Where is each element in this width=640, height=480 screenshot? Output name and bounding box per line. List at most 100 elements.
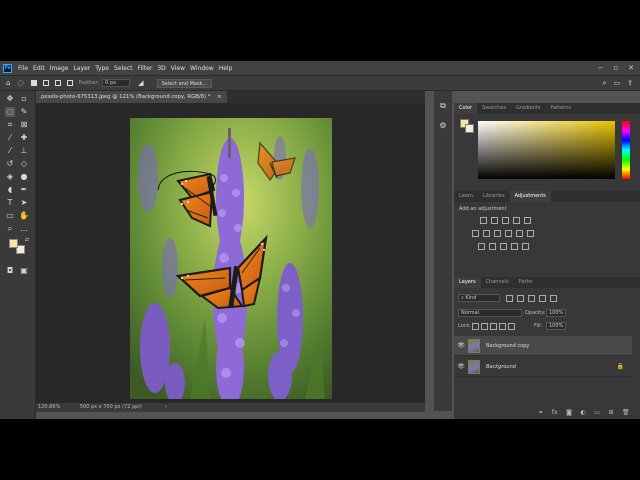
antialias-icon[interactable]: ◢ — [138, 79, 143, 87]
blur-tool-icon[interactable]: ● — [19, 172, 29, 182]
lasso-preset-icon[interactable]: ◌ — [17, 79, 23, 87]
foreground-color-swatch[interactable] — [9, 239, 18, 248]
tab-paths[interactable]: Paths — [514, 277, 538, 288]
lock-transparent-icon[interactable] — [472, 323, 479, 330]
channel-mixer-icon[interactable] — [516, 230, 523, 237]
history-brush-icon[interactable]: ↺ — [5, 159, 15, 169]
pen-tool-icon[interactable]: ✒ — [19, 185, 29, 195]
stamp-tool-icon[interactable]: ⊥ — [19, 146, 29, 156]
menu-image[interactable]: Image — [50, 65, 69, 72]
brightness-contrast-icon[interactable] — [480, 217, 487, 224]
type-tool-icon[interactable]: T — [5, 198, 15, 208]
tab-channels[interactable]: Channels — [481, 277, 514, 288]
menu-window[interactable]: Window — [190, 65, 214, 72]
opacity-input[interactable]: 100% — [546, 309, 566, 317]
crop-tool-icon[interactable]: ⌗ — [5, 120, 15, 130]
layer-name[interactable]: Background copy — [486, 343, 529, 349]
eraser-icon[interactable]: ◇ — [19, 159, 29, 169]
link-layers-icon[interactable]: ⚭ — [538, 409, 543, 416]
layer-filter-kind[interactable]: ⌕ Kind — [458, 294, 500, 302]
close-tab-icon[interactable]: × — [217, 94, 221, 100]
menu-3d[interactable]: 3D — [157, 65, 165, 72]
dodge-tool-icon[interactable]: ◖ — [5, 185, 15, 195]
search-icon[interactable]: ⌕ — [603, 79, 607, 88]
gradient-map-icon[interactable] — [511, 243, 518, 250]
curves-icon[interactable] — [502, 217, 509, 224]
color-lookup-icon[interactable] — [527, 230, 534, 237]
posterize-icon[interactable] — [489, 243, 496, 250]
black-white-icon[interactable] — [494, 230, 501, 237]
tab-adjustments[interactable]: Adjustments — [509, 191, 551, 202]
menu-layer[interactable]: Layer — [73, 65, 90, 72]
more-tools-icon[interactable]: … — [19, 224, 29, 234]
new-adjustment-icon[interactable]: ◐ — [580, 409, 585, 416]
vibrance-icon[interactable] — [524, 217, 531, 224]
subtract-selection-icon[interactable] — [54, 80, 61, 86]
tab-learn[interactable]: Learn — [454, 191, 478, 202]
document-tab[interactable]: pexels-photo-675313.jpeg @ 121% (Backgro… — [36, 91, 227, 103]
frame-tool-icon[interactable]: ⊠ — [19, 120, 29, 130]
path-select-icon[interactable]: ➤ — [19, 198, 29, 208]
hand-tool-icon[interactable]: ✋ — [19, 211, 29, 221]
visibility-eye-icon[interactable]: 👁 — [454, 342, 468, 349]
menu-file[interactable]: File — [18, 65, 28, 72]
visibility-eye-icon[interactable]: 👁 — [454, 363, 468, 370]
status-arrow-icon[interactable]: › — [165, 404, 167, 410]
hue-saturation-icon[interactable] — [472, 230, 479, 237]
filter-adjustment-icon[interactable] — [517, 295, 524, 302]
feather-input[interactable]: 0 px — [102, 79, 131, 87]
screen-mode-icon[interactable]: ▣ — [19, 266, 29, 276]
lock-artboard-icon[interactable] — [499, 323, 506, 330]
minimize-icon[interactable]: − — [598, 64, 604, 72]
photo-filter-icon[interactable] — [505, 230, 512, 237]
tab-libraries[interactable]: Libraries — [478, 191, 510, 202]
zoom-tool-icon[interactable]: ⌕ — [5, 224, 15, 234]
close-icon[interactable]: ✕ — [628, 64, 634, 72]
exposure-icon[interactable] — [513, 217, 520, 224]
new-group-icon[interactable]: ▭ — [594, 409, 600, 416]
filter-pixel-icon[interactable] — [506, 295, 513, 302]
delete-layer-icon[interactable]: 🗑 — [622, 409, 630, 416]
tab-gradients[interactable]: Gradients — [511, 103, 545, 114]
add-mask-icon[interactable]: ◙ — [566, 409, 572, 416]
tab-color[interactable]: Color — [454, 103, 478, 114]
lock-all-icon[interactable] — [508, 323, 515, 330]
color-panel-bg-swatch[interactable] — [465, 124, 474, 133]
threshold-icon[interactable] — [500, 243, 507, 250]
maximize-icon[interactable]: ▫ — [613, 64, 618, 72]
home-icon[interactable]: ⌂ — [6, 79, 10, 87]
canvas-area[interactable] — [36, 103, 425, 403]
menu-type[interactable]: Type — [95, 65, 109, 72]
artboard-tool-icon[interactable]: ▫ — [19, 94, 29, 104]
color-balance-icon[interactable] — [483, 230, 490, 237]
move-tool-icon[interactable]: ✥ — [5, 94, 15, 104]
color-field[interactable] — [478, 121, 615, 179]
paint-bucket-icon[interactable]: ◈ — [5, 172, 15, 182]
hue-slider[interactable] — [622, 121, 630, 179]
healing-brush-icon[interactable]: ✚ — [19, 133, 29, 143]
menu-filter[interactable]: Filter — [138, 65, 153, 72]
menu-select[interactable]: Select — [114, 65, 133, 72]
levels-icon[interactable] — [491, 217, 498, 224]
filter-type-icon[interactable] — [528, 295, 535, 302]
quick-select-icon[interactable]: ✎ — [19, 107, 29, 117]
workspace-icon[interactable]: ▭ — [614, 79, 621, 87]
tab-swatches[interactable]: Swatches — [477, 103, 511, 114]
menu-help[interactable]: Help — [219, 65, 233, 72]
layer-row-background-copy[interactable]: 👁 Background copy — [454, 336, 632, 356]
filter-smart-icon[interactable] — [550, 295, 557, 302]
new-selection-icon[interactable] — [30, 80, 37, 86]
invert-icon[interactable] — [478, 243, 485, 250]
fill-input[interactable]: 100% — [546, 322, 566, 330]
menu-view[interactable]: View — [171, 65, 185, 72]
history-panel-icon[interactable]: ⧉ — [438, 101, 448, 111]
swap-colors-icon[interactable]: ⇄ — [22, 235, 32, 245]
lasso-tool-icon[interactable]: ◌ — [5, 107, 15, 117]
quick-mask-icon[interactable]: ◘ — [5, 266, 15, 276]
tab-patterns[interactable]: Patterns — [545, 103, 576, 114]
filter-shape-icon[interactable] — [539, 295, 546, 302]
select-and-mask-button[interactable]: Select and Mask... — [156, 78, 213, 88]
layer-row-background[interactable]: 👁 Background 🔒 — [454, 357, 632, 377]
lock-position-icon[interactable] — [490, 323, 497, 330]
layer-style-icon[interactable]: fx — [552, 409, 558, 416]
